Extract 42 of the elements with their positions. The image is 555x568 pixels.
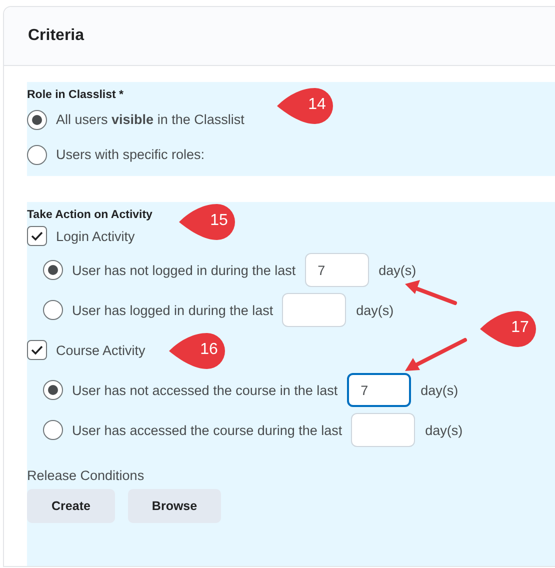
- release-conditions-label: Release Conditions: [27, 468, 146, 483]
- days-input[interactable]: 7: [304, 253, 369, 287]
- callout-number: 16: [199, 341, 219, 359]
- section-label: Role in Classlist *: [27, 88, 124, 102]
- checkbox-label: Course Activity: [56, 342, 146, 358]
- callout-marker-icon: [167, 331, 227, 369]
- radio-button[interactable]: [43, 380, 63, 400]
- browse-button[interactable]: Browse: [128, 489, 221, 523]
- days-input[interactable]: [282, 293, 346, 327]
- radio-button[interactable]: [27, 144, 47, 164]
- create-button[interactable]: Create: [27, 489, 115, 523]
- radio-button[interactable]: [27, 110, 47, 130]
- radio-button[interactable]: [43, 260, 63, 280]
- unit-label: day(s): [378, 262, 416, 278]
- days-input[interactable]: [351, 413, 416, 447]
- option-label: User has accessed the course during the last: [72, 422, 342, 438]
- panel-title: Criteria: [28, 27, 84, 45]
- checkbox-label: Login Activity: [56, 228, 135, 244]
- checkmark-icon: [31, 231, 43, 241]
- callout-number: 17: [510, 319, 530, 337]
- option-label: User has logged in during the last: [72, 302, 274, 318]
- option-label: All users visible in the Classlist: [56, 112, 244, 127]
- radio-button[interactable]: [43, 420, 63, 440]
- unit-label: day(s): [425, 422, 463, 438]
- callout-number: 15: [209, 212, 229, 230]
- option-label: User has not accessed the course in the last: [72, 382, 338, 398]
- callout-marker-icon: [177, 202, 237, 240]
- unit-label: day(s): [420, 382, 458, 398]
- arrow: [405, 338, 467, 371]
- option-label: Users with specific roles:: [56, 147, 205, 162]
- checkbox[interactable]: [27, 226, 47, 246]
- arrow: [405, 280, 457, 305]
- option-label: User has not logged in during the last: [72, 262, 296, 278]
- radio-button[interactable]: [43, 300, 63, 320]
- callout-marker-icon: [478, 309, 538, 347]
- checkbox[interactable]: [27, 340, 47, 360]
- callout-marker-icon: [275, 86, 335, 124]
- section-label: Take Action on Activity: [27, 208, 152, 222]
- checkmark-icon: [31, 345, 43, 355]
- unit-label: day(s): [356, 302, 394, 318]
- days-input[interactable]: 7: [346, 373, 411, 407]
- callout-number: 14: [307, 96, 327, 114]
